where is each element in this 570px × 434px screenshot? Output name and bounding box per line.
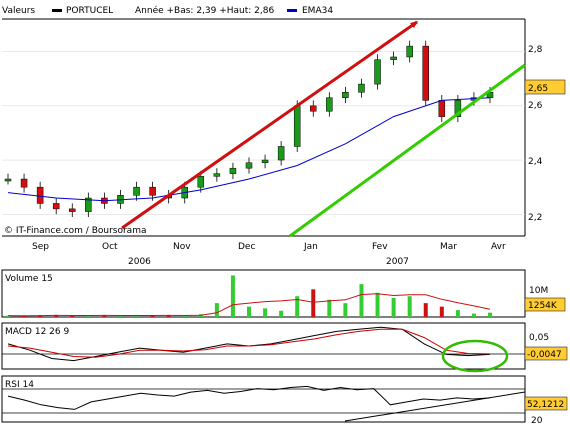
- price-candle-12: [197, 176, 205, 188]
- volume-bar-26: [423, 303, 428, 317]
- volume-bar-25: [407, 296, 412, 317]
- price-candle-24: [390, 56, 397, 60]
- y-tick-2-6: 2,6: [528, 101, 543, 111]
- macd-line: [7, 326, 491, 362]
- year-2007: 2007: [386, 257, 409, 267]
- volume-bar-13: [214, 303, 219, 317]
- chart-window: Valeurs PORTUCEL Année +Bas: 2,39 +Haut:…: [0, 0, 570, 430]
- month-mar: Mar: [440, 242, 457, 252]
- volume-bar-17: [279, 310, 284, 317]
- price-candle-22: [358, 83, 365, 93]
- volume-bar-7: [118, 315, 123, 317]
- volume-last-value: 1254K: [528, 301, 558, 311]
- volume-bar-4: [70, 315, 75, 317]
- price-candle-0: [4, 178, 12, 182]
- price-panel: 2,8 2,6 2,4 2,2 2,65 © IT-Finance.com / …: [2, 18, 566, 238]
- month-fev: Fev: [372, 242, 388, 252]
- price-candle-4: [69, 208, 76, 212]
- volume-bar-11: [182, 315, 187, 317]
- price-grid: [2, 51, 525, 215]
- price-candle-9: [149, 186, 156, 196]
- range-text: Année +Bas: 2,39 +Haut: 2,86: [135, 5, 274, 16]
- resistance-trendline: [121, 20, 418, 230]
- price-candle-25: [406, 45, 413, 58]
- volume-bar-19: [311, 289, 316, 317]
- volume-label: Volume 15: [5, 274, 53, 284]
- price-candle-20: [326, 97, 333, 112]
- price-candle-2: [36, 186, 44, 204]
- price-candle-1: [20, 178, 28, 188]
- y-tick-2-2: 2,2: [528, 213, 542, 223]
- month-oct: Oct: [102, 242, 118, 252]
- y-tick-2-4: 2,4: [528, 157, 543, 167]
- support-trendline: [289, 63, 526, 238]
- ema-legend-swatch: [287, 9, 297, 12]
- price-candle-21: [342, 91, 349, 98]
- price-candle-19: [310, 105, 317, 112]
- price-candle-3: [52, 203, 60, 210]
- volume-y-tick: 10M: [529, 286, 548, 296]
- volume-panel: Volume 15 10M 1254K: [1, 269, 566, 318]
- ema-line: [7, 97, 491, 202]
- series-name: PORTUCEL: [66, 6, 113, 16]
- series-legend-swatch: [52, 9, 62, 12]
- volume-bar-16: [263, 308, 268, 317]
- month-avr: Avr: [491, 242, 506, 252]
- y-tick-2-8: 2,8: [528, 45, 543, 55]
- volume-bar-28: [455, 310, 460, 317]
- valeurs-label: Valeurs: [2, 6, 35, 16]
- signal-line: [7, 328, 491, 358]
- macd-label: MACD 12 26 9: [5, 327, 69, 337]
- volume-bar-21: [343, 303, 348, 317]
- month-nov: Nov: [173, 242, 191, 252]
- price-candle-8: [133, 186, 140, 196]
- price-candle-17: [277, 146, 285, 161]
- year-2006: 2006: [128, 257, 151, 267]
- price-candle-15: [245, 162, 253, 169]
- price-candle-27: [438, 100, 446, 117]
- rsi-trendline: [344, 391, 526, 422]
- copyright-text: © IT-Finance.com / Boursorama: [4, 226, 146, 236]
- rsi-line: [7, 385, 491, 410]
- month-dec: Dec: [238, 242, 255, 252]
- volume-bar-29: [471, 313, 476, 317]
- volume-bar-23: [375, 292, 380, 317]
- volume-bar-15: [247, 306, 251, 317]
- volume-bars: [6, 275, 492, 317]
- volume-bar-24: [391, 297, 396, 317]
- ema-label: EMA34: [302, 6, 333, 16]
- volume-bar-22: [359, 284, 364, 317]
- month-jan: Jan: [303, 242, 318, 252]
- macd-y-tick: 0,05: [529, 333, 549, 343]
- macd-panel: MACD 12 26 9 0,05 -0,0047: [1, 322, 568, 373]
- rsi-panel: RSI 14 52,1212 20: [1, 375, 568, 426]
- price-candle-23: [374, 59, 381, 85]
- rsi-label: RSI 14: [5, 380, 34, 390]
- month-sep: Sep: [32, 242, 49, 252]
- price-candle-16: [261, 159, 269, 164]
- macd-last-value: -0,0047: [527, 350, 562, 360]
- volume-bar-14: [230, 275, 235, 317]
- rsi-last-value: 52,1212: [527, 400, 564, 410]
- price-candle-14: [229, 167, 237, 174]
- price-candles: [4, 40, 494, 218]
- volume-bar-27: [439, 306, 444, 317]
- volume-bar-20: [327, 299, 332, 317]
- last-price-value: 2,65: [528, 84, 548, 94]
- volume-bar-30: [488, 312, 492, 317]
- price-candle-13: [213, 173, 221, 177]
- stock-chart: Valeurs PORTUCEL Année +Bas: 2,39 +Haut:…: [1, 5, 568, 426]
- macd-highlight-ellipse: [441, 339, 509, 373]
- rsi-y-tick: 20: [531, 416, 543, 426]
- price-candle-18: [293, 105, 301, 147]
- price-candle-26: [422, 45, 429, 101]
